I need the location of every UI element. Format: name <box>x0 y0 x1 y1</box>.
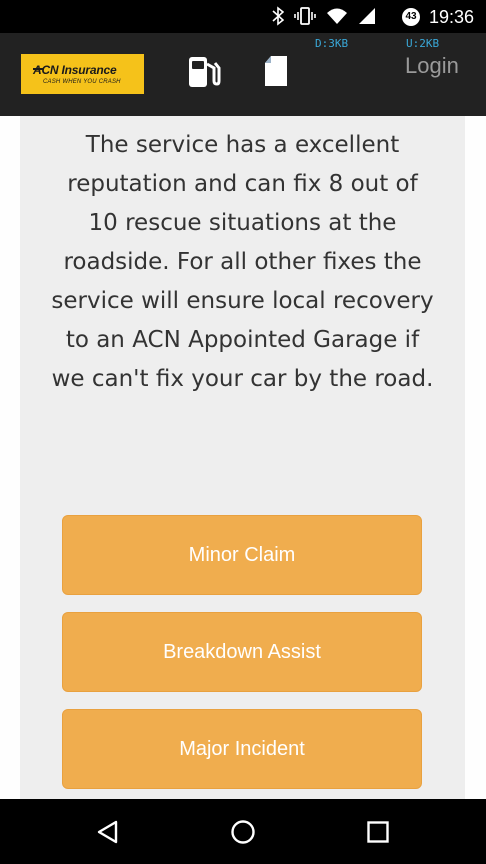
bluetooth-icon <box>272 6 284 26</box>
logo-title: ACN Insurance <box>33 63 117 77</box>
fuel-pump-icon[interactable] <box>186 54 222 90</box>
download-speed: D:3KB <box>315 37 349 50</box>
notification-badge: 43 <box>402 8 420 26</box>
recents-icon[interactable] <box>366 820 390 844</box>
logo-tagline: CASH WHEN YOU CRASH <box>43 79 121 85</box>
app-header: ACN Insurance CASH WHEN YOU CRASH D:3KB … <box>0 33 486 116</box>
vibrate-icon <box>294 7 316 25</box>
navigation-bar <box>0 799 486 864</box>
acn-logo[interactable]: ACN Insurance CASH WHEN YOU CRASH <box>21 54 144 94</box>
back-icon[interactable] <box>95 819 121 845</box>
signal-icon <box>359 8 375 24</box>
status-icons <box>272 6 376 26</box>
service-description: The service has a excellent reputation a… <box>51 132 434 392</box>
home-icon[interactable] <box>229 818 257 846</box>
major-incident-button[interactable]: Major Incident <box>62 709 422 789</box>
wifi-icon <box>327 8 347 24</box>
login-link[interactable]: Login <box>405 53 459 79</box>
document-icon[interactable] <box>264 55 288 87</box>
status-time: 19:36 <box>428 7 474 27</box>
upload-speed: U:2KB <box>406 37 440 50</box>
minor-claim-button[interactable]: Minor Claim <box>62 515 422 595</box>
status-bar: 43 19:36 <box>0 0 486 33</box>
breakdown-assist-button[interactable]: Breakdown Assist <box>62 612 422 692</box>
main-content: The service has a excellent reputation a… <box>20 116 465 799</box>
